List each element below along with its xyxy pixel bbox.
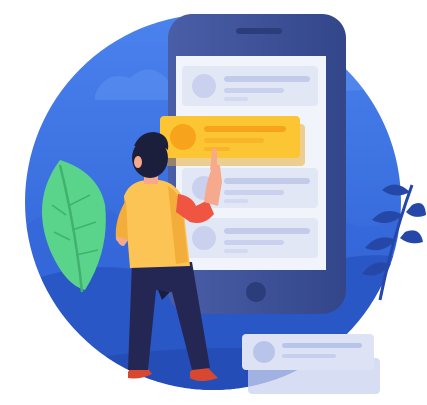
avatar-circle-icon xyxy=(192,226,216,250)
illustration xyxy=(0,0,427,405)
list-card xyxy=(182,66,318,106)
avatar-circle-icon xyxy=(253,341,275,363)
list-card xyxy=(182,218,318,258)
avatar-circle-icon xyxy=(170,124,196,150)
highlighted-list-card xyxy=(160,116,305,166)
floating-cards xyxy=(242,334,380,394)
avatar-circle-icon xyxy=(192,74,216,98)
list-card xyxy=(182,168,318,208)
illustration-svg xyxy=(25,14,426,394)
